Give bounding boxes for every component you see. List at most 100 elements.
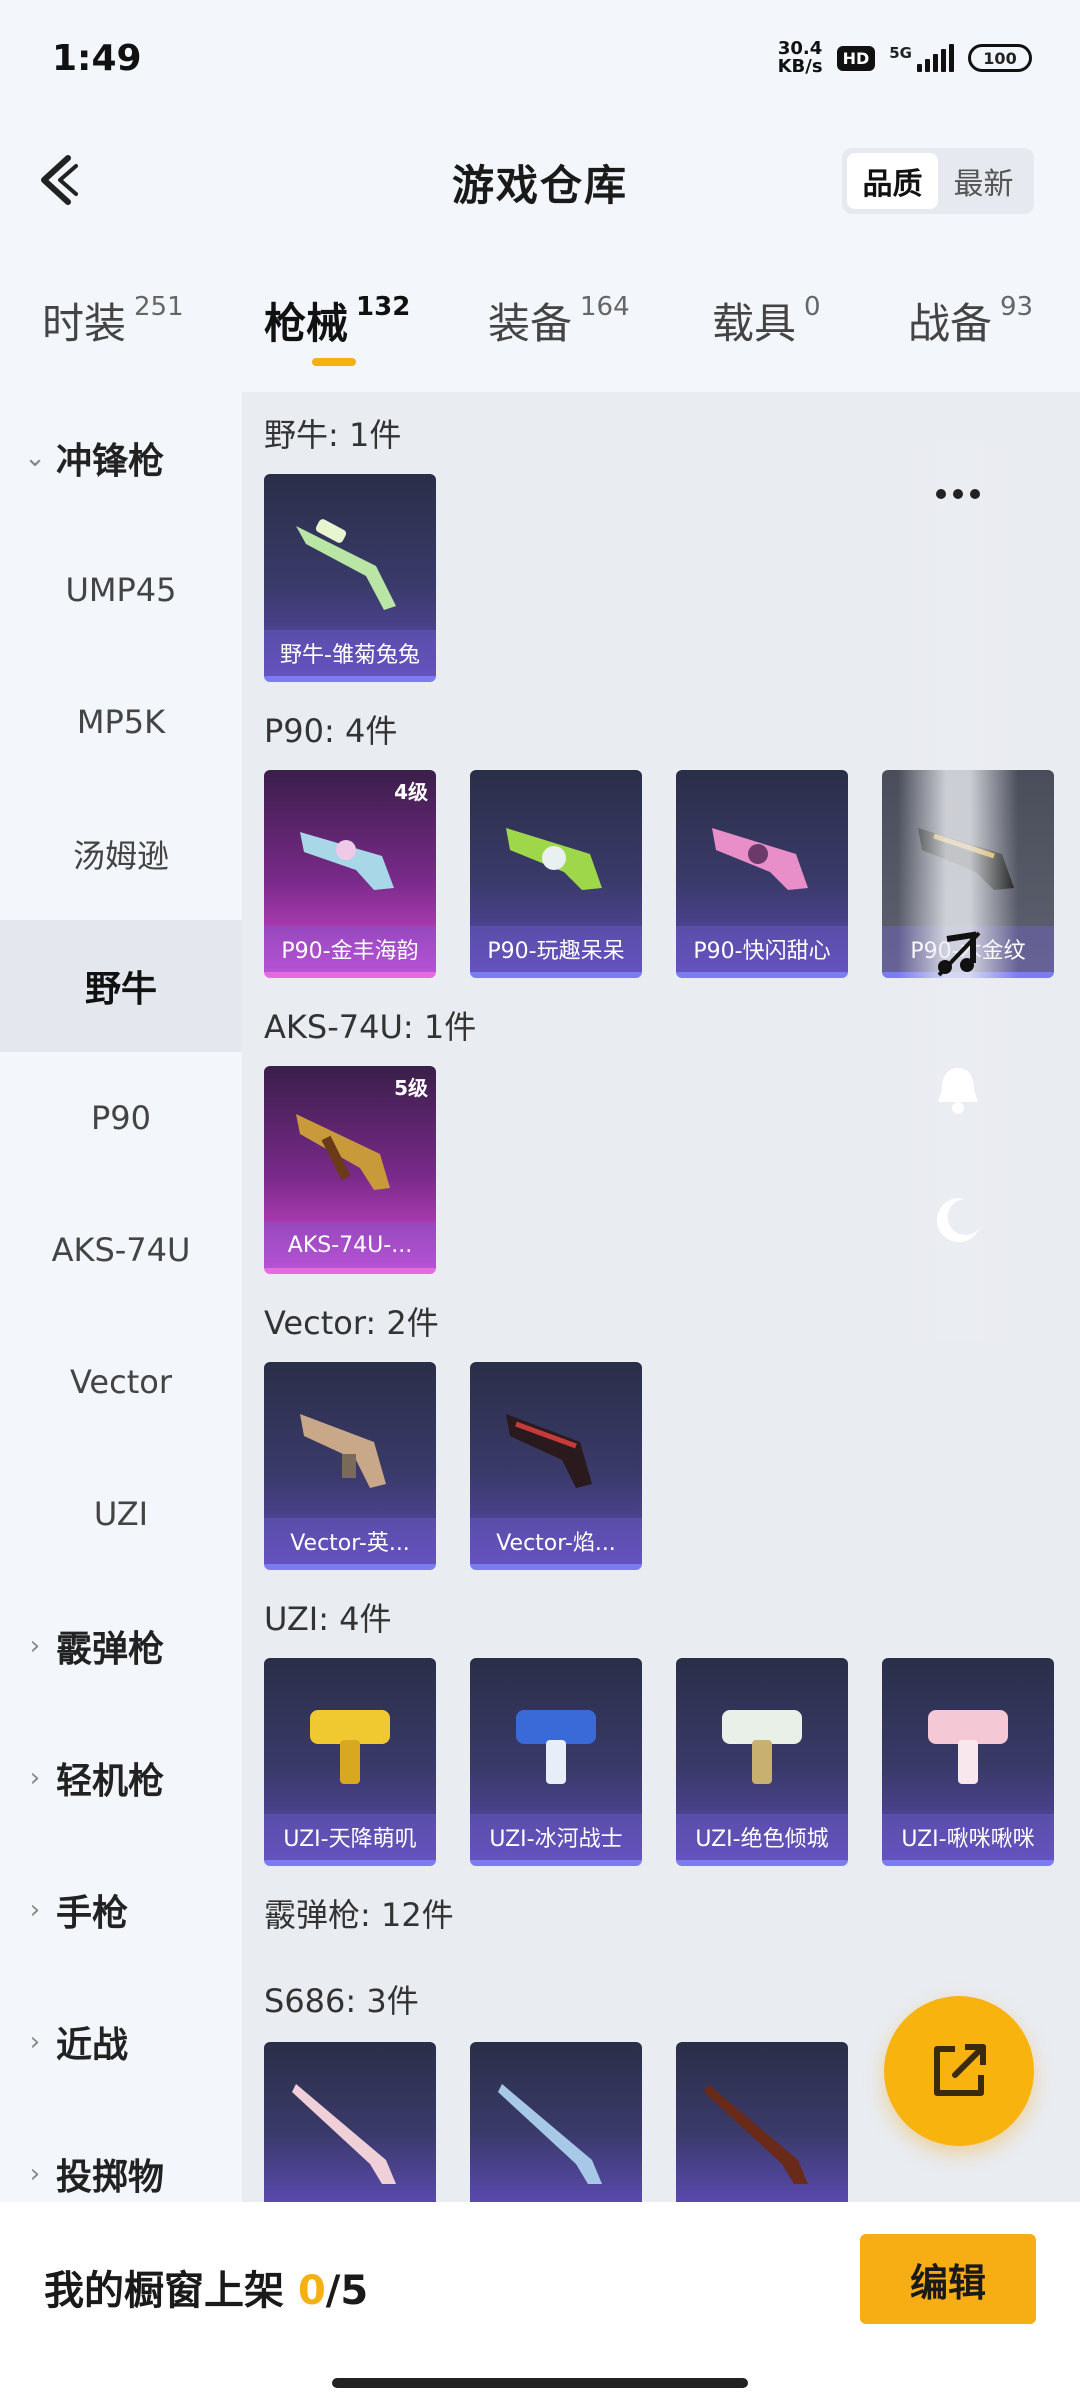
weapon-sidebar: ⌄ 冲锋枪 UMP45 MP5K 汤姆逊 野牛 P90 AKS-74U Vect… [0,392,242,2202]
sidebar-group-label: 手枪 [56,1893,129,1934]
music-toggle-button[interactable] [920,916,996,992]
sidebar-item-p90[interactable]: P90 [0,1052,242,1184]
skin-card[interactable]: 4级 P90-金丰海韵 [264,770,436,978]
sidebar-item-ump45[interactable]: UMP45 [0,524,242,656]
skin-card[interactable] [264,2042,436,2202]
tab-count: 93 [1000,292,1034,322]
sidebar-group-lmg[interactable]: › 轻机枪 [0,1712,242,1844]
tab-equipment[interactable]: 装备 164 [488,290,630,351]
sidebar-group-melee[interactable]: › 近战 [0,1976,242,2108]
skin-name: Vector-焰... [470,1518,642,1564]
skin-card[interactable]: P90-快闪甜心 [676,770,848,978]
sort-toggle: 品质 最新 [842,148,1034,214]
skin-card[interactable]: P90-玩趣呆呆 [470,770,642,978]
page-header: 游戏仓库 品质 最新 [0,130,1080,230]
tab-supplies[interactable]: 战备 93 [908,290,1033,351]
sidebar-item-vector[interactable]: Vector [0,1316,242,1448]
bottom-bar: 我的橱窗上架 0/5 编辑 [0,2202,1080,2400]
skin-card[interactable]: Vector-焰... [470,1362,642,1570]
network-speed-unit: KB/s [777,56,823,77]
tab-count: 132 [356,292,411,322]
gun-image-icon [296,1114,390,1190]
sort-quality-button[interactable]: 品质 [847,153,938,209]
music-off-icon [937,931,981,977]
bell-icon [938,1068,978,1114]
skin-card[interactable]: UZI-绝色倾城 [676,1658,848,1866]
section-title-shotgun: 霰弹枪: 12件 [264,1896,454,1934]
share-button[interactable] [884,1996,1034,2146]
tab-guns[interactable]: 枪械 132 [264,290,410,351]
tab-label: 战备 [908,299,993,348]
sort-newest-button[interactable]: 最新 [938,153,1029,209]
more-icon [936,489,980,499]
skin-card[interactable]: UZI-天降萌叽 [264,1658,436,1866]
chevron-right-icon: › [29,1631,41,1661]
section-title-bizon: 野牛: 1件 [264,416,402,454]
moon-icon [936,1198,979,1243]
sidebar-item-uzi[interactable]: UZI [0,1448,242,1580]
status-time: 1:49 [52,38,142,79]
dark-mode-button[interactable] [920,1182,996,1258]
hd-icon: HD [836,45,876,71]
sidebar-group-label: 霰弹枪 [56,1629,165,1670]
chevron-down-icon: ⌄ [24,443,46,473]
chevron-right-icon: › [29,1895,41,1925]
gun-image-icon [506,1414,592,1488]
tab-label: 载具 [712,299,797,348]
tab-vehicles[interactable]: 载具 0 [712,290,821,351]
section-title-uzi: UZI: 4件 [264,1600,392,1638]
notification-button[interactable] [920,1052,996,1128]
skin-name: Vector-英... [264,1518,436,1564]
sidebar-item-bizon[interactable]: 野牛 [0,920,242,1052]
skin-card[interactable]: UZI-啾咪啾咪 [882,1658,1054,1866]
network-type: 5G [889,44,912,62]
skin-name: P90-快闪甜心 [676,926,848,972]
section-title-s686: S686: 3件 [264,1982,419,2020]
chevron-right-icon: › [29,2159,41,2189]
skin-card[interactable]: UZI-冰河战士 [470,1658,642,1866]
skin-card[interactable]: 野牛-雏菊兔兔 [264,474,436,682]
skin-name: UZI-啾咪啾咪 [882,1814,1054,1860]
showcase-label: 我的橱窗上架 [44,2268,298,2314]
home-indicator[interactable] [332,2378,748,2388]
battery-icon: 100 [968,44,1032,72]
tab-label: 时装 [42,299,127,348]
skin-name: 野牛-雏菊兔兔 [264,630,436,676]
sidebar-group-smg[interactable]: ⌄ 冲锋枪 [0,392,242,524]
gun-image-icon [498,2084,602,2184]
gun-image-icon [722,1710,802,1784]
chevron-right-icon: › [29,2027,41,2057]
gun-image-icon [300,1414,386,1488]
skin-card[interactable] [676,2042,848,2202]
sidebar-group-shotgun[interactable]: › 霰弹枪 [0,1580,242,1712]
sidebar-group-label: 近战 [56,2025,129,2066]
gun-image-icon [516,1710,596,1784]
tab-label: 装备 [488,299,573,348]
showcase-status: 我的橱窗上架 0/5 [44,2258,368,2316]
sidebar-group-label: 冲锋枪 [56,441,165,482]
signal-icon: 5G [889,44,954,72]
gun-image-icon [712,828,808,890]
skin-name: P90-玩趣呆呆 [470,926,642,972]
skin-name: P90-金丰海韵 [264,926,436,972]
sidebar-item-thompson[interactable]: 汤姆逊 [0,788,242,920]
sidebar-item-mp5k[interactable]: MP5K [0,656,242,788]
status-icons: 30.4 KB/s HD 5G 100 [778,40,1032,76]
tab-count: 251 [134,292,184,322]
status-bar: 1:49 30.4 KB/s HD 5G 100 [0,0,1080,120]
skin-card[interactable]: 5级 AKS-74U-... [264,1066,436,1274]
tab-fashion[interactable]: 时装 251 [42,290,184,351]
skin-card[interactable]: Vector-英... [264,1362,436,1570]
section-title-p90: P90: 4件 [264,712,398,750]
sidebar-group-pistol[interactable]: › 手枪 [0,1844,242,1976]
category-tabs: 时装 251 枪械 132 装备 164 载具 0 战备 93 [0,272,1080,382]
gun-image-icon [506,828,602,890]
skin-name: UZI-天降萌叽 [264,1814,436,1860]
skin-name: UZI-绝色倾城 [676,1814,848,1860]
sidebar-item-aks74u[interactable]: AKS-74U [0,1184,242,1316]
more-button[interactable] [920,456,996,532]
edit-button[interactable]: 编辑 [860,2234,1036,2324]
warehouse-page: 1:49 30.4 KB/s HD 5G 100 游戏仓库 品质 最新 时装 2… [0,0,1080,2400]
skin-card[interactable] [470,2042,642,2202]
gun-image-icon [300,832,394,890]
